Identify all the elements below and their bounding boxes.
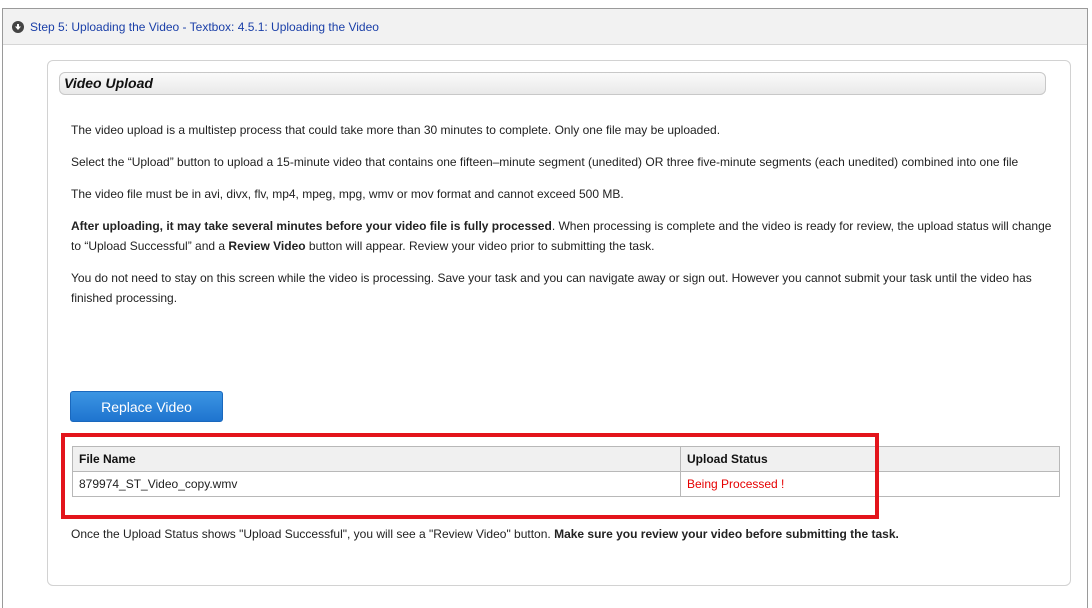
replace-video-button[interactable]: Replace Video [70, 391, 223, 422]
instruction-paragraph: After uploading, it may take several min… [71, 216, 1061, 256]
upload-status-cell: Being Processed ! [680, 471, 1060, 497]
instruction-paragraph: You do not need to stay on this screen w… [71, 271, 1032, 305]
footer-note: Once the Upload Status shows "Upload Suc… [71, 527, 1071, 541]
instruction-paragraph: The video file must be in avi, divx, flv… [71, 187, 624, 201]
column-header-upload-status: Upload Status [680, 446, 1060, 472]
instruction-paragraph: Select the “Upload” button to upload a 1… [71, 155, 1019, 169]
text: Once the Upload Status shows "Upload Suc… [71, 527, 555, 541]
table-header-row: File Name Upload Status [72, 446, 1060, 472]
bold-text: After uploading, it may take several min… [71, 219, 552, 233]
instructions: The video upload is a multistep process … [71, 120, 1061, 320]
instruction-paragraph: The video upload is a multistep process … [71, 123, 721, 137]
text: button will appear. Review your video pr… [305, 239, 655, 253]
circle-arrow-down-icon[interactable] [12, 20, 24, 33]
bold-text: Review Video [228, 239, 306, 253]
table-row: 879974_ST_Video_copy.wmv Being Processed… [72, 471, 1060, 497]
column-header-file-name: File Name [72, 446, 681, 472]
panel-title: Video Upload [59, 72, 1046, 95]
upload-table: File Name Upload Status 879974_ST_Video_… [72, 446, 1060, 497]
step-link[interactable]: Step 5: Uploading the Video - Textbox: 4… [30, 20, 379, 34]
bold-text: Make sure you review your video before s… [554, 527, 899, 541]
step-header[interactable]: Step 5: Uploading the Video - Textbox: 4… [3, 9, 1087, 45]
file-name-cell: 879974_ST_Video_copy.wmv [72, 471, 681, 497]
